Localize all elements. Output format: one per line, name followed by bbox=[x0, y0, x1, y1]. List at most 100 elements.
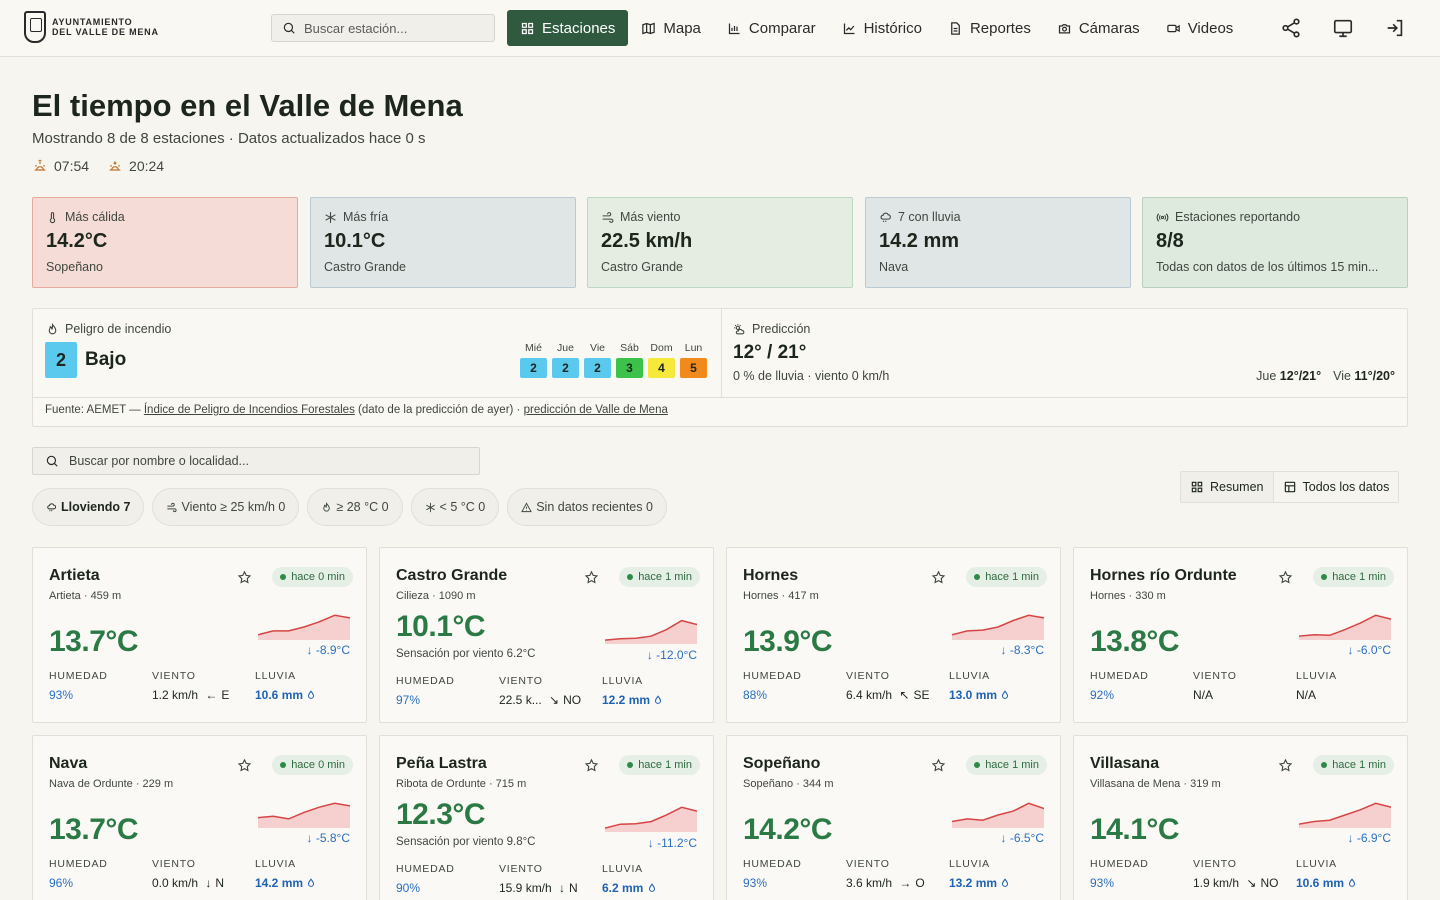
station-temperature: 14.1°C bbox=[1090, 813, 1180, 846]
top-bar: AYUNTAMIENTO DEL VALLE DE MENA Buscar es… bbox=[0, 0, 1440, 57]
humidity-stat: HUMEDAD 96% bbox=[49, 858, 108, 890]
wind-direction-arrow-icon: ↖ bbox=[899, 688, 910, 702]
station-name: Sopeñano bbox=[743, 755, 821, 772]
wind-stat: VIENTO 22.5 k... ↘ NO bbox=[499, 675, 582, 707]
summary-label: 7 con lluvia bbox=[898, 210, 961, 224]
chip-hot[interactable]: ≥ 28 °C 0 bbox=[307, 488, 403, 526]
humidity-value: 88% bbox=[743, 688, 768, 702]
prediction-subtitle: 0 % de lluvia · viento 0 km/h bbox=[733, 369, 890, 383]
logo[interactable]: AYUNTAMIENTO DEL VALLE DE MENA bbox=[24, 11, 159, 43]
top-actions bbox=[1280, 17, 1406, 39]
humidity-value: 92% bbox=[1090, 688, 1115, 702]
prediction-link[interactable]: predicción de Valle de Mena bbox=[524, 404, 668, 416]
nav-camaras[interactable]: Cámaras bbox=[1044, 10, 1153, 46]
temperature-delta: ↓ -12.0°C bbox=[646, 648, 697, 662]
star-icon[interactable] bbox=[1278, 758, 1293, 773]
summary-value: 14.2 mm bbox=[879, 230, 960, 252]
humidity-stat: HUMEDAD 93% bbox=[1090, 858, 1149, 890]
updated-badge: hace 1 min bbox=[1313, 755, 1394, 775]
summary-label: Más fría bbox=[343, 210, 389, 224]
station-temperature: 12.3°C bbox=[396, 798, 486, 831]
nav-label: Estaciones bbox=[542, 19, 616, 37]
humidity-value: 90% bbox=[396, 881, 421, 895]
nav-videos[interactable]: Videos bbox=[1153, 10, 1247, 46]
chip-cold[interactable]: < 5 °C 0 bbox=[410, 488, 500, 526]
station-search-input[interactable]: Buscar estación... bbox=[271, 14, 495, 42]
star-icon[interactable] bbox=[237, 758, 252, 773]
summary-card[interactable]: Más cálida 14.2°C Sopeñano bbox=[32, 197, 298, 288]
rain-stat: LLUVIA 12.2 mm bbox=[602, 675, 663, 707]
humidity-stat: HUMEDAD 93% bbox=[49, 670, 108, 702]
search-icon bbox=[46, 455, 58, 467]
summary-subtitle: Todas con datos de los últimos 15 min... bbox=[1156, 260, 1379, 274]
page-subtitle: Mostrando 8 de 8 estaciones · Datos actu… bbox=[32, 130, 426, 147]
summary-card[interactable]: Estaciones reportando 8/8 Todas con datos … bbox=[1142, 197, 1408, 288]
wind-value: 1.9 km/h bbox=[1193, 876, 1240, 890]
star-icon[interactable] bbox=[584, 758, 599, 773]
star-icon[interactable] bbox=[584, 570, 599, 585]
temperature-sparkline bbox=[258, 614, 350, 640]
temperature-sparkline bbox=[952, 802, 1044, 828]
view-summary-button[interactable]: Resumen bbox=[1181, 472, 1273, 502]
fire-day: Mié 2 bbox=[520, 342, 547, 378]
summary-label: Más viento bbox=[620, 210, 681, 224]
station-card[interactable]: Nava Nava de Ordunte · 229 m hace 0 min 13.… bbox=[32, 735, 367, 900]
fire-index-link[interactable]: Índice de Peligro de Incendios Forestale… bbox=[144, 404, 355, 416]
temperature-delta: ↓ -6.0°C bbox=[1347, 643, 1391, 657]
bar-chart-icon bbox=[728, 23, 740, 34]
wind-direction: N bbox=[215, 876, 225, 890]
fire-day-level: 2 bbox=[520, 358, 547, 378]
logo-line-1: AYUNTAMIENTO bbox=[52, 17, 133, 27]
fire-day-level: 3 bbox=[616, 358, 643, 378]
station-card[interactable]: Hornes río Ordunte Hornes · 330 m hace 1 m… bbox=[1073, 547, 1408, 723]
nav-mapa[interactable]: Mapa bbox=[628, 10, 714, 46]
monitor-icon[interactable] bbox=[1332, 17, 1354, 39]
fire-day-label: Mié bbox=[525, 342, 542, 354]
summary-subtitle: Castro Grande bbox=[324, 260, 406, 274]
wind-direction-arrow-icon: ↘ bbox=[1246, 876, 1257, 890]
summary-card[interactable]: 7 con lluvia 14.2 mm Nava bbox=[865, 197, 1131, 288]
nav-comparar[interactable]: Comparar bbox=[714, 10, 829, 46]
view-all-data-button[interactable]: Todos los datos bbox=[1272, 472, 1399, 502]
fire-day-label: Vie bbox=[590, 342, 605, 354]
temperature-sparkline bbox=[605, 619, 697, 644]
nav-estaciones[interactable]: Estaciones bbox=[507, 10, 629, 46]
nav-historico[interactable]: Histórico bbox=[829, 10, 935, 46]
wind-direction: NO bbox=[1260, 876, 1279, 890]
station-card[interactable]: Hornes Hornes · 417 m hace 1 min 13.9°C ↓ -8… bbox=[726, 547, 1061, 723]
station-location: Villasana de Mena · 319 m bbox=[1090, 778, 1221, 790]
rain-value: 10.6 mm bbox=[255, 688, 304, 702]
station-card[interactable]: Villasana Villasana de Mena · 319 m hace 1… bbox=[1073, 735, 1408, 900]
station-card[interactable]: Castro Grande Cilieza · 1090 m hace 1 min 1… bbox=[379, 547, 714, 723]
summary-card[interactable]: Más viento 22.5 km/h Castro Grande bbox=[587, 197, 853, 288]
humidity-stat: HUMEDAD 92% bbox=[1090, 670, 1149, 702]
station-card[interactable]: Sopeñano Sopeñano · 344 m hace 1 min 14.2°C… bbox=[726, 735, 1061, 900]
document-icon bbox=[951, 21, 960, 35]
star-icon[interactable] bbox=[931, 570, 946, 585]
star-icon[interactable] bbox=[1278, 570, 1293, 585]
login-icon[interactable] bbox=[1384, 17, 1406, 39]
updated-badge: hace 1 min bbox=[966, 755, 1047, 775]
chip-wind[interactable]: Viento ≥ 25 km/h 0 bbox=[152, 488, 300, 526]
star-icon[interactable] bbox=[931, 758, 946, 773]
fire-danger-level-badge: 2 bbox=[45, 342, 77, 378]
camera-icon bbox=[1058, 23, 1070, 33]
share-icon[interactable] bbox=[1280, 17, 1302, 39]
nav-label: Videos bbox=[1187, 19, 1234, 37]
station-card[interactable]: Peña Lastra Ribota de Ordunte · 715 m hace… bbox=[379, 735, 714, 900]
sunset: 20:24 bbox=[107, 158, 164, 174]
station-card[interactable]: Artieta Artieta · 459 m hace 0 min 13.7°C ↓ … bbox=[32, 547, 367, 723]
chip-raining[interactable]: Lloviendo 7 bbox=[32, 488, 145, 526]
nav-reportes[interactable]: Reportes bbox=[935, 10, 1044, 46]
wind-icon bbox=[167, 502, 177, 512]
wind-direction: N bbox=[569, 881, 578, 895]
wind-icon bbox=[602, 211, 614, 223]
temperature-delta: ↓ -6.5°C bbox=[1000, 831, 1044, 845]
humidity-stat: HUMEDAD 90% bbox=[396, 863, 455, 895]
updated-badge: hace 0 min bbox=[272, 755, 353, 775]
sunrise-icon bbox=[34, 159, 46, 171]
star-icon[interactable] bbox=[237, 570, 252, 585]
chip-no-data[interactable]: Sin datos recientes 0 bbox=[507, 488, 667, 526]
location-search-input[interactable]: Buscar por nombre o localidad... bbox=[32, 447, 480, 475]
summary-card[interactable]: Más fría 10.1°C Castro Grande bbox=[310, 197, 576, 288]
